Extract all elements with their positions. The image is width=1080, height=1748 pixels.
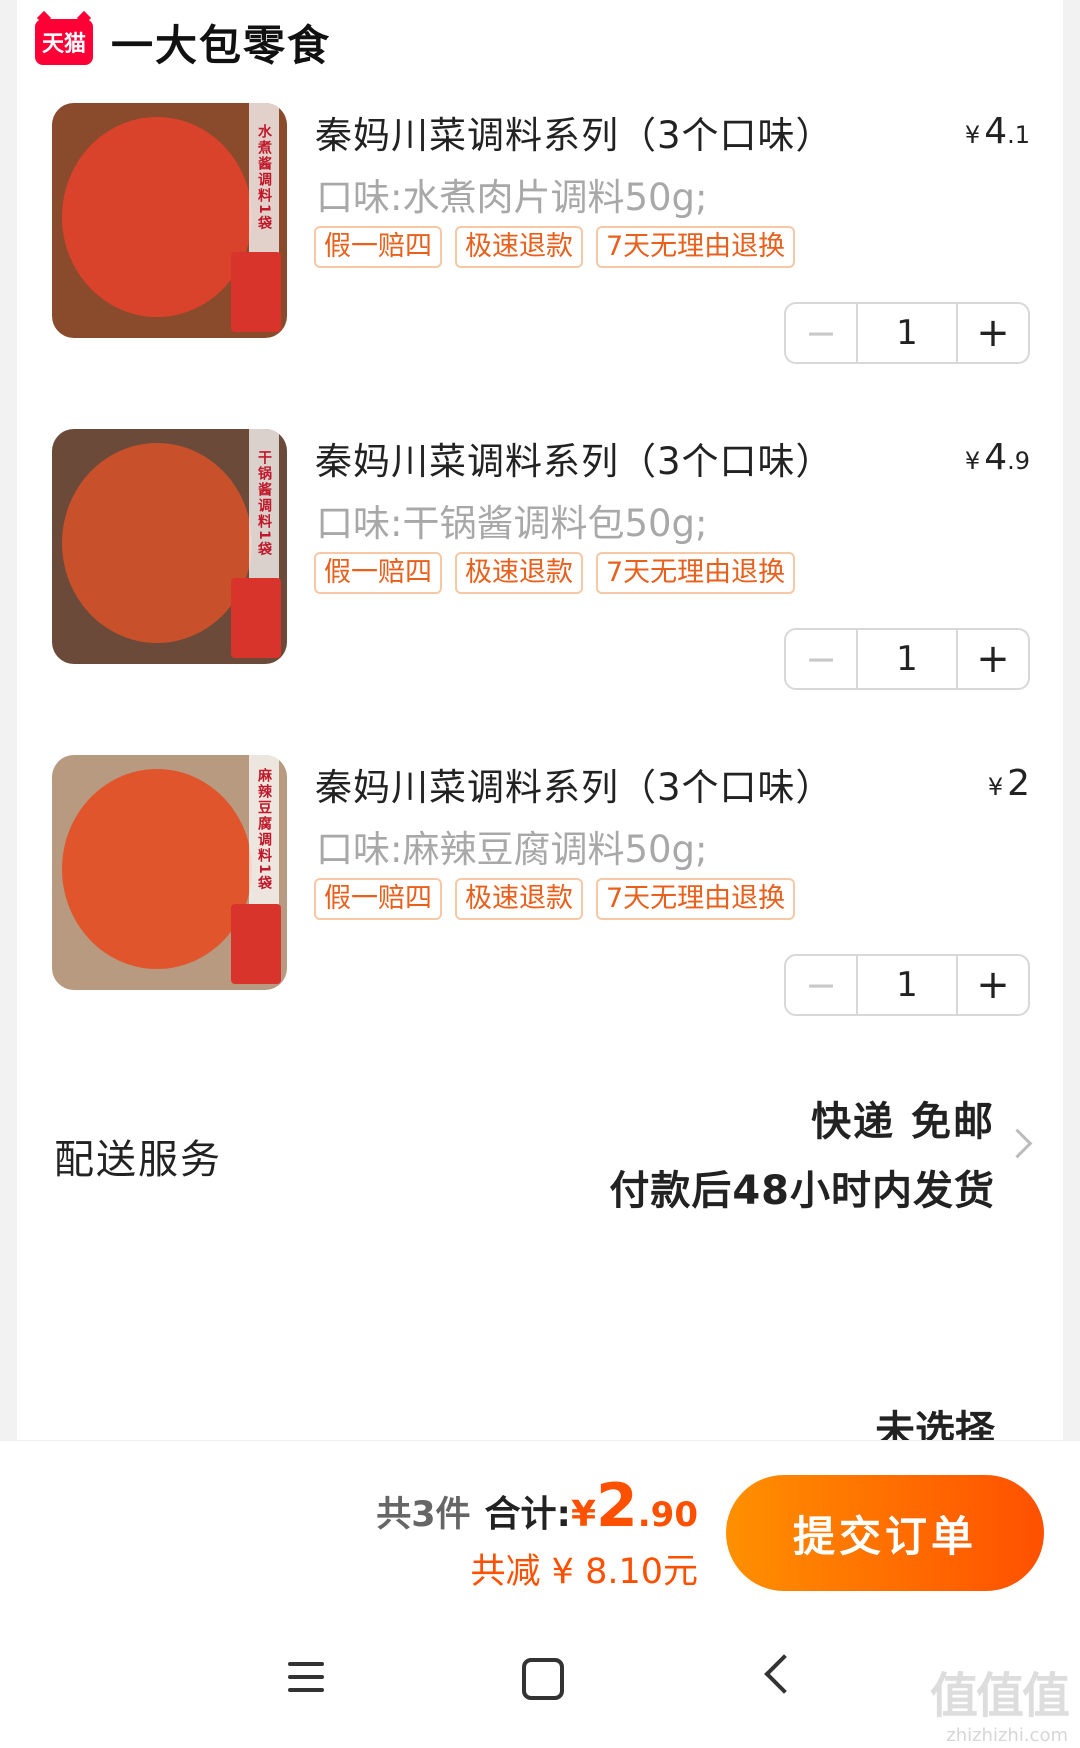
- quantity-input[interactable]: 1: [858, 304, 958, 362]
- dish-bowl: [62, 443, 252, 643]
- service-tags: 假一赔四 极速退款 7天无理由退换: [314, 226, 796, 268]
- decrease-button[interactable]: −: [786, 956, 858, 1014]
- tag-fast-refund: 极速退款: [455, 552, 583, 594]
- system-navigation-bar: 值值值 zhizhizhi.com: [0, 1610, 1080, 1748]
- product-price: ¥4.1: [964, 111, 1030, 152]
- tag-fake-compensation: 假一赔四: [314, 552, 442, 594]
- item-count: 共3件: [376, 1495, 471, 1535]
- dish-bowl: [62, 769, 252, 969]
- product-spec[interactable]: 口味:麻辣豆腐调料50g;: [316, 819, 708, 873]
- total-decimal: .90: [637, 1495, 698, 1535]
- service-tags: 假一赔四 极速退款 7天无理由退换: [314, 552, 796, 594]
- quantity-input[interactable]: 1: [858, 630, 958, 688]
- quantity-stepper: − 1 +: [784, 954, 1030, 1016]
- delivery-label: 配送服务: [54, 1137, 222, 1183]
- quantity-input[interactable]: 1: [858, 956, 958, 1014]
- cart-item: 水煮酱调料1袋 秦妈川菜调料系列（3个口味） ¥4.1 口味:水煮肉片调料50g…: [35, 103, 1030, 383]
- product-image[interactable]: 干锅酱调料1袋: [52, 429, 287, 664]
- product-spec[interactable]: 口味:干锅酱调料包50g;: [316, 493, 708, 547]
- quantity-stepper: − 1 +: [784, 628, 1030, 690]
- product-image[interactable]: 麻辣豆腐调料1袋: [52, 755, 287, 990]
- tag-fast-refund: 极速退款: [455, 878, 583, 920]
- tag-fast-refund: 极速退款: [455, 226, 583, 268]
- total-currency: ¥: [570, 1494, 597, 1535]
- increase-button[interactable]: +: [958, 956, 1028, 1014]
- back-icon[interactable]: [764, 1654, 804, 1694]
- product-image[interactable]: 水煮酱调料1袋: [52, 103, 287, 338]
- tmall-logo-icon: 天猫: [35, 19, 93, 65]
- delivery-method: 快递 免邮: [811, 1099, 995, 1145]
- dish-bowl: [62, 117, 252, 317]
- order-summary: 共3件 合计: ¥ 2 .90 共减 ¥ 8.10元: [376, 1471, 698, 1594]
- package-label: 麻辣豆腐调料1袋: [249, 755, 279, 905]
- shop-name: 一大包零食: [111, 20, 332, 70]
- total-amount: 2: [596, 1471, 638, 1541]
- cart-item: 麻辣豆腐调料1袋 秦妈川菜调料系列（3个口味） ¥2 口味:麻辣豆腐调料50g;…: [35, 755, 1030, 1035]
- menu-icon[interactable]: [288, 1662, 324, 1692]
- package-label: 水煮酱调料1袋: [249, 103, 279, 253]
- quantity-stepper: − 1 +: [784, 302, 1030, 364]
- tag-fake-compensation: 假一赔四: [314, 226, 442, 268]
- chevron-right-icon: [1002, 1128, 1033, 1159]
- product-price: ¥4.9: [964, 437, 1030, 478]
- increase-button[interactable]: +: [958, 304, 1028, 362]
- product-title[interactable]: 秦妈川菜调料系列（3个口味）: [315, 431, 834, 485]
- shop-header[interactable]: 天猫 一大包零食: [35, 14, 331, 70]
- decrease-button[interactable]: −: [786, 304, 858, 362]
- delivery-service-row[interactable]: 配送服务 快递 免邮 付款后48小时内发货: [0, 1075, 1080, 1215]
- watermark: 值值值: [929, 1668, 1070, 1724]
- option-value[interactable]: 未选择: [875, 1398, 995, 1440]
- service-tags: 假一赔四 极速退款 7天无理由退换: [314, 878, 796, 920]
- package-label: 干锅酱调料1袋: [249, 429, 279, 579]
- product-spec[interactable]: 口味:水煮肉片调料50g;: [316, 167, 708, 221]
- watermark-url: zhizhizhi.com: [946, 1725, 1068, 1746]
- total-label: 合计:: [484, 1494, 571, 1535]
- product-title[interactable]: 秦妈川菜调料系列（3个口味）: [315, 105, 834, 159]
- product-title[interactable]: 秦妈川菜调料系列（3个口味）: [315, 757, 834, 811]
- tag-7day-return: 7天无理由退换: [596, 226, 796, 268]
- home-icon[interactable]: [522, 1658, 564, 1700]
- increase-button[interactable]: +: [958, 630, 1028, 688]
- discount-amount: 共减 ¥ 8.10元: [470, 1552, 698, 1592]
- checkout-bar: 共3件 合计: ¥ 2 .90 共减 ¥ 8.10元 提交订单: [0, 1440, 1080, 1611]
- submit-order-button[interactable]: 提交订单: [726, 1475, 1044, 1591]
- delivery-time: 付款后48小时内发货: [609, 1168, 995, 1214]
- package-icon: [231, 904, 281, 984]
- package-icon: [231, 252, 281, 332]
- tag-7day-return: 7天无理由退换: [596, 552, 796, 594]
- cart-item: 干锅酱调料1袋 秦妈川菜调料系列（3个口味） ¥4.9 口味:干锅酱调料包50g…: [35, 429, 1030, 709]
- tag-fake-compensation: 假一赔四: [314, 878, 442, 920]
- decrease-button[interactable]: −: [786, 630, 858, 688]
- product-price: ¥2: [987, 763, 1030, 804]
- tag-7day-return: 7天无理由退换: [596, 878, 796, 920]
- package-icon: [231, 578, 281, 658]
